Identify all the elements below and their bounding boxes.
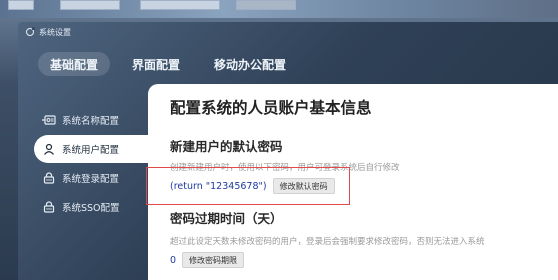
- background-window-thumbnail: [140, 0, 220, 10]
- password-expiry-row: 0 修改密码期限: [170, 252, 245, 268]
- background-window-thumbnail: [8, 0, 34, 10]
- window-title: 系统设置: [39, 27, 71, 37]
- user-icon: [42, 142, 56, 156]
- desktop-background: [0, 0, 558, 18]
- sidebar-item-system-sso[interactable]: 系统SSO配置: [34, 193, 152, 221]
- tab-mobile-config[interactable]: 移动办公配置: [202, 52, 298, 76]
- default-password-description: 创建新建用户时，使用以下密码，用户可登录系统后自行修改: [170, 163, 400, 173]
- sidebar-item-label: 系统登录配置: [62, 174, 120, 185]
- change-password-expiry-button[interactable]: 修改密码期限: [182, 252, 245, 268]
- tab-ui-config[interactable]: 界面配置: [120, 52, 192, 76]
- password-expiry-description: 超过此设定天数未修改密码的用户，登录后会强制要求修改密码，否则无法进入系统: [170, 237, 485, 247]
- tab-basic-config[interactable]: 基础配置: [38, 52, 111, 76]
- refresh-icon: [26, 27, 35, 36]
- lock-icon: [42, 200, 56, 214]
- sidebar: 系统名称配置 系统用户配置 系统登录配置 系统SSO配置: [34, 106, 168, 222]
- password-expiry-value: 0: [170, 254, 177, 266]
- password-expiry-heading: 密码过期时间（天）: [170, 211, 283, 226]
- content-panel: 配置系统的人员账户基本信息 新建用户的默认密码 创建新建用户时，使用以下密码，用…: [148, 84, 558, 280]
- default-password-heading: 新建用户的默认密码: [170, 139, 283, 154]
- title-bar[interactable]: 系统设置: [18, 22, 558, 42]
- id-card-icon: [42, 113, 56, 127]
- lock-icon: [42, 171, 56, 185]
- background-window-thumbnail: [236, 0, 296, 10]
- default-password-value: (return "12345678"): [170, 180, 267, 192]
- sidebar-item-label: 系统SSO配置: [62, 203, 120, 214]
- sidebar-item-label: 系统名称配置: [62, 116, 120, 127]
- sidebar-item-system-name[interactable]: 系统名称配置: [34, 106, 152, 134]
- top-tabs: 基础配置 界面配置 移动办公配置: [38, 52, 298, 76]
- sidebar-item-label: 系统用户配置: [62, 145, 120, 156]
- sidebar-item-system-login[interactable]: 系统登录配置: [34, 164, 152, 192]
- default-password-row: (return "12345678") 修改默认密码: [170, 178, 335, 194]
- page-title: 配置系统的人员账户基本信息: [170, 99, 372, 117]
- settings-window: 系统设置 基础配置 界面配置 移动办公配置 系统名称配置 系统用户配置 系统登录…: [18, 22, 558, 280]
- change-default-password-button[interactable]: 修改默认密码: [272, 178, 335, 194]
- background-window-thumbnail: [60, 0, 120, 10]
